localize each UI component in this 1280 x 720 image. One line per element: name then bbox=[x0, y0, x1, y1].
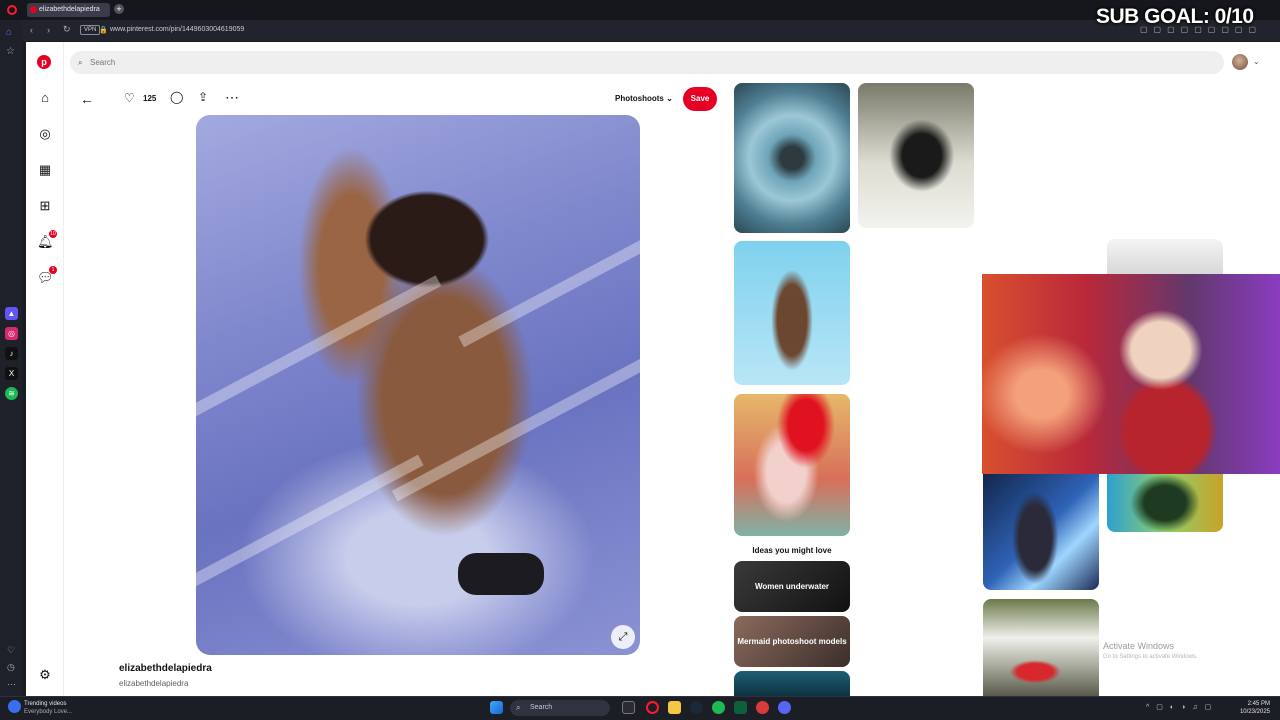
avatar[interactable] bbox=[1232, 54, 1248, 70]
board-select[interactable]: Photoshoots ⌄ bbox=[615, 94, 673, 103]
explore-icon[interactable]: ◎ bbox=[37, 126, 53, 142]
webcam-overlay bbox=[982, 274, 1280, 474]
chevron-down-icon: ⌄ bbox=[666, 94, 673, 103]
url-field[interactable]: www.pinterest.com/pin/1449603004619059 bbox=[110, 26, 244, 33]
boards-icon[interactable]: ▦ bbox=[37, 162, 53, 178]
related-pin[interactable] bbox=[1107, 239, 1223, 274]
back-arrow-icon[interactable]: ‹ bbox=[30, 25, 33, 35]
instagram-icon[interactable]: ◎ bbox=[5, 327, 18, 340]
steam-icon[interactable] bbox=[690, 701, 703, 714]
obs-icon[interactable] bbox=[756, 701, 769, 714]
create-icon[interactable]: ⊞ bbox=[37, 198, 53, 214]
taskbar-clock[interactable]: 2:45 PM 10/23/2025 bbox=[1232, 700, 1270, 716]
chevron-down-icon[interactable]: ⌄ bbox=[1253, 57, 1260, 66]
author-name[interactable]: elizabethdelapiedra bbox=[119, 663, 212, 674]
news-title: Trending videos bbox=[24, 701, 67, 707]
taskbar-search[interactable]: ⌕ Search bbox=[510, 700, 610, 716]
browser-tab-bar bbox=[0, 0, 1280, 20]
browser-tab[interactable]: elizabethdelapiedra bbox=[27, 3, 110, 17]
tab-title: elizabethdelapiedra bbox=[39, 6, 100, 13]
idea-label: Mermaid photoshoot models bbox=[737, 637, 847, 646]
game-controller bbox=[458, 553, 544, 595]
like-count: 125 bbox=[143, 94, 157, 103]
clock-time: 2:45 PM bbox=[1247, 701, 1270, 707]
tiktok-icon[interactable]: ♪ bbox=[5, 347, 18, 360]
discord-icon[interactable] bbox=[778, 701, 791, 714]
taskbar-search-label: Search bbox=[530, 704, 553, 711]
task-view-icon[interactable] bbox=[622, 701, 635, 714]
star-icon[interactable]: ☆ bbox=[6, 46, 15, 57]
news-widget[interactable]: Trending videos Everybody Love... bbox=[24, 700, 72, 716]
opera-logo-icon[interactable] bbox=[7, 5, 17, 15]
home-icon[interactable]: ⌂ bbox=[37, 90, 53, 106]
notifications-icon[interactable]: 🔔︎ 10 bbox=[37, 230, 57, 250]
reload-icon[interactable]: ↻ bbox=[63, 24, 71, 35]
sub-goal-overlay: SUB GOAL: 0/10 bbox=[1096, 5, 1254, 28]
related-pin[interactable] bbox=[734, 241, 850, 385]
system-tray-icons[interactable]: ^▢◐◑♫▢ bbox=[1146, 703, 1218, 711]
back-arrow-icon[interactable]: ← bbox=[80, 91, 94, 107]
more-options-icon[interactable]: ⋯ bbox=[225, 89, 239, 106]
expand-icon[interactable]: ⤢ bbox=[611, 625, 635, 649]
clock-date: 10/23/2025 bbox=[1239, 709, 1270, 715]
spotify-icon[interactable]: ≋ bbox=[5, 387, 18, 400]
news-subtitle: Everybody Love... bbox=[24, 709, 73, 715]
forward-arrow-icon[interactable]: › bbox=[47, 25, 50, 35]
search-input[interactable]: ⌕ Search bbox=[70, 51, 1224, 74]
notifications-badge: 10 bbox=[49, 230, 57, 238]
related-pin[interactable] bbox=[1107, 474, 1223, 532]
opera-taskbar-icon[interactable] bbox=[646, 701, 659, 714]
idea-card[interactable] bbox=[734, 671, 850, 696]
idea-mermaid-photoshoot[interactable]: Mermaid photoshoot models bbox=[734, 616, 850, 667]
messages-icon[interactable]: 💬︎ 1 bbox=[37, 266, 57, 286]
vpn-badge[interactable]: VPN bbox=[80, 25, 101, 35]
windows-taskbar bbox=[0, 696, 1280, 720]
search-icon: ⌕ bbox=[78, 58, 83, 67]
comment-icon[interactable]: ◯ bbox=[170, 90, 183, 104]
aria-icon[interactable]: ▲ bbox=[5, 307, 18, 320]
more-icon[interactable]: ⋯ bbox=[7, 679, 16, 690]
board-name: Photoshoots bbox=[615, 94, 664, 103]
idea-women-underwater[interactable]: Women underwater bbox=[734, 561, 850, 612]
history-icon[interactable]: ◷ bbox=[7, 662, 15, 673]
related-pin[interactable] bbox=[858, 83, 974, 228]
search-placeholder: Search bbox=[90, 58, 116, 67]
file-explorer-icon[interactable] bbox=[668, 701, 681, 714]
author-handle[interactable]: elizabethdelapiedra bbox=[119, 679, 188, 688]
home-icon[interactable]: ⌂ bbox=[6, 27, 12, 38]
ideas-title: Ideas you might love bbox=[752, 546, 832, 555]
heart-icon[interactable]: ♡ bbox=[7, 645, 15, 656]
spotify-taskbar-icon[interactable] bbox=[712, 701, 725, 714]
related-pin[interactable] bbox=[734, 394, 850, 536]
settings-icon[interactable]: ⚙ bbox=[37, 667, 53, 683]
idea-label: Women underwater bbox=[754, 582, 830, 591]
terminal-icon[interactable] bbox=[734, 701, 747, 714]
search-icon: ⌕ bbox=[516, 703, 521, 712]
related-pin[interactable] bbox=[983, 474, 1099, 590]
pinterest-logo-icon[interactable]: p bbox=[37, 55, 51, 69]
pinterest-favicon-icon bbox=[30, 6, 37, 13]
activate-windows-title: Activate Windows bbox=[1103, 641, 1175, 651]
related-pin[interactable] bbox=[734, 83, 850, 233]
weather-widget-icon[interactable] bbox=[8, 700, 21, 713]
messages-badge: 1 bbox=[49, 266, 57, 274]
related-pin[interactable] bbox=[983, 599, 1099, 696]
share-icon[interactable]: ⇪ bbox=[198, 90, 208, 104]
windows-start-icon[interactable] bbox=[490, 701, 503, 714]
heart-icon[interactable]: ♡ bbox=[124, 91, 135, 105]
x-icon[interactable]: X bbox=[5, 367, 18, 380]
new-tab-button[interactable]: + bbox=[114, 4, 124, 14]
lock-icon: 🔒 bbox=[99, 27, 108, 34]
pin-image[interactable] bbox=[196, 115, 640, 655]
activate-windows-subtitle: Go to Settings to activate Windows. bbox=[1103, 654, 1198, 660]
save-button[interactable]: Save bbox=[683, 87, 717, 111]
